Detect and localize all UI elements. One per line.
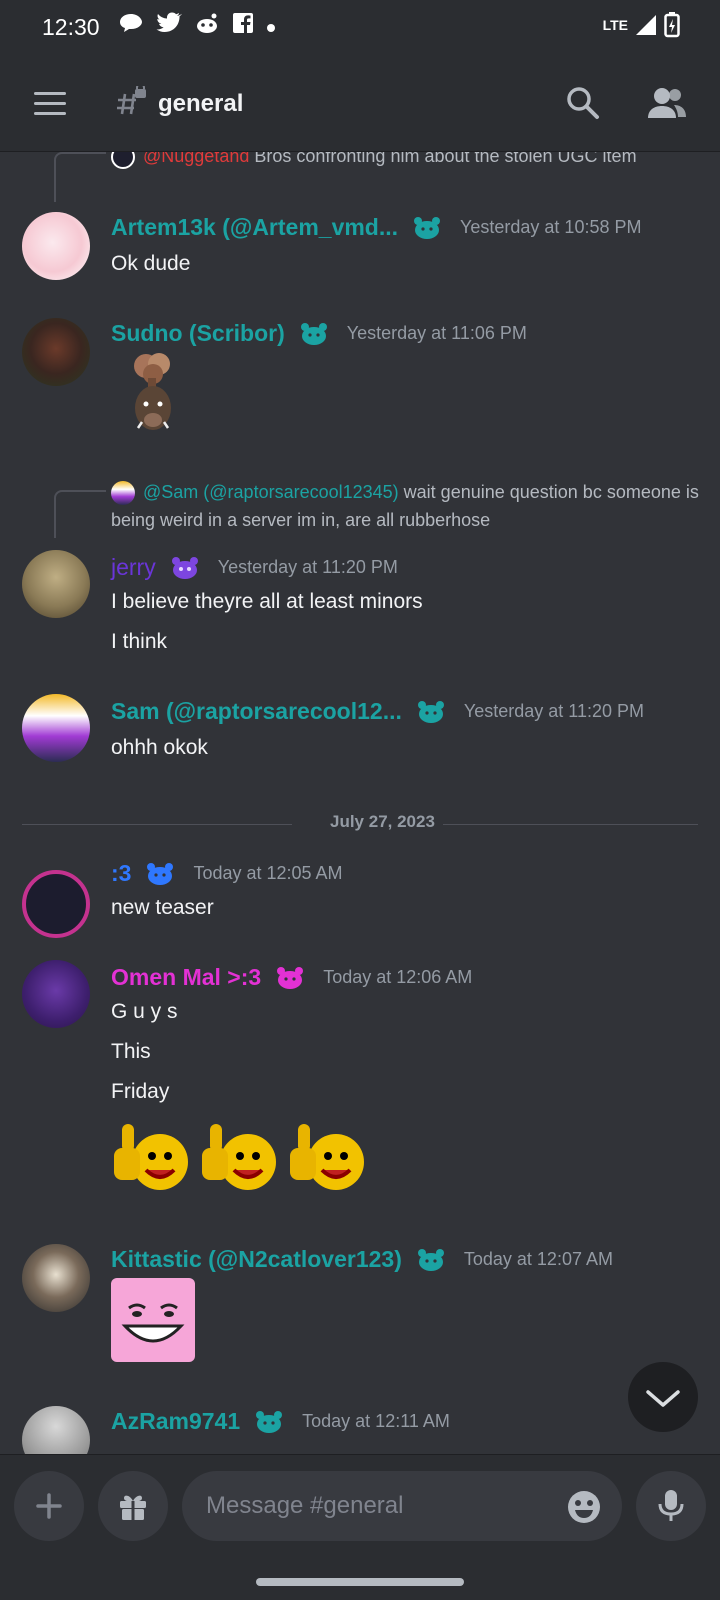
emoji-button[interactable] [566, 1489, 602, 1530]
bear-badge-icon [417, 700, 444, 723]
timestamp: Yesterday at 11:20 PM [217, 557, 398, 577]
timestamp: Yesterday at 11:20 PM [463, 701, 644, 721]
thumbs-up-emoji-icon[interactable] [286, 1118, 370, 1198]
avatar[interactable] [22, 870, 90, 938]
avatar[interactable] [22, 1244, 90, 1312]
grinning-face-image[interactable] [111, 1278, 195, 1362]
thumbs-up-emoji-icon[interactable] [198, 1118, 282, 1198]
timestamp: Yesterday at 10:58 PM [460, 217, 642, 237]
reply-avatar [111, 152, 135, 170]
message-text: new teaser [111, 896, 214, 919]
bear-badge-icon [171, 556, 198, 579]
avatar[interactable] [22, 694, 90, 762]
thumbs-up-emoji-row [110, 1118, 370, 1198]
message-text: Ok dude [111, 252, 191, 275]
message-header: Sam (@raptorsarecool12... Yesterday at 1… [111, 698, 644, 725]
gift-button[interactable] [98, 1471, 168, 1541]
reply-text: Bros confronting him about the stolen UG… [254, 152, 637, 166]
message-header: Omen Mal >:3 Today at 12:06 AM [111, 964, 472, 991]
reply-connector [54, 490, 106, 538]
system-status: LTE [603, 12, 680, 38]
message-header: Sudno (Scribor) Yesterday at 11:06 PM [111, 320, 527, 347]
message-text: I believe theyre all at least minors [111, 590, 423, 613]
username[interactable]: Sam (@raptorsarecool12... [111, 698, 402, 725]
message-text: G u y s [111, 1000, 178, 1023]
chevron-down-icon [646, 1390, 680, 1407]
date-divider: July 27, 2023 [22, 812, 698, 832]
message-text: Friday [111, 1080, 170, 1103]
message-list[interactable]: @Nuggetand Bros confronting him about th… [0, 152, 720, 1454]
locked-channel-icon [114, 83, 148, 128]
boar-explosion-sticker[interactable] [124, 352, 182, 434]
menu-icon[interactable] [34, 92, 66, 116]
voice-message-button[interactable] [636, 1471, 706, 1541]
username[interactable]: jerry [111, 554, 156, 581]
reply-mention: @Sam (@raptorsarecool12345) [143, 482, 399, 502]
message-text: This [111, 1040, 151, 1063]
reply-preview[interactable]: @Nuggetand Bros confronting him about th… [111, 152, 701, 170]
members-icon[interactable] [648, 86, 688, 125]
timestamp: Today at 12:06 AM [323, 967, 473, 987]
status-time: 12:30 [42, 14, 100, 40]
add-attachment-button[interactable] [14, 1471, 84, 1541]
avatar[interactable] [22, 550, 90, 618]
reply-connector [54, 152, 106, 202]
status-bar: 12:30 LTE [0, 0, 720, 56]
notification-icons [118, 12, 276, 42]
more-notifications-dot-icon [266, 13, 276, 41]
signal-icon [636, 15, 656, 35]
date-divider-text: July 27, 2023 [322, 812, 443, 832]
message-text: ohhh okok [111, 736, 208, 759]
bear-badge-icon [414, 216, 441, 239]
username[interactable]: Omen Mal >:3 [111, 964, 261, 991]
username[interactable]: Artem13k (@Artem_vmd... [111, 214, 398, 241]
twitter-icon [156, 12, 182, 42]
home-indicator[interactable] [256, 1578, 464, 1586]
message-header: Kittastic (@N2catlover123) Today at 12:0… [111, 1246, 613, 1273]
network-type: LTE [602, 17, 628, 33]
channel-name[interactable]: general [158, 90, 243, 118]
bear-badge-icon [256, 1410, 283, 1433]
thumbs-up-emoji-icon[interactable] [110, 1118, 194, 1198]
message-header: AzRam9741 Today at 12:11 AM [111, 1408, 450, 1435]
message-input[interactable] [206, 1487, 546, 1525]
reply-mention: @Nuggetand [143, 152, 250, 166]
bear-badge-icon [417, 1248, 444, 1271]
reply-avatar [111, 481, 135, 506]
message-header: :3 Today at 12:05 AM [111, 860, 343, 887]
bear-badge-icon [300, 322, 327, 345]
username[interactable]: Kittastic (@N2catlover123) [111, 1246, 402, 1273]
battery-icon [664, 12, 680, 38]
chat-notification-icon [118, 12, 144, 42]
avatar[interactable] [22, 212, 90, 280]
jump-to-present-button[interactable] [628, 1362, 698, 1432]
username[interactable]: AzRam9741 [111, 1408, 240, 1435]
message-text: I think [111, 630, 168, 653]
message-input-container [182, 1471, 622, 1541]
channel-header: general [0, 56, 720, 152]
reply-preview[interactable]: @Sam (@raptorsarecool12345) wait genuine… [111, 478, 701, 534]
timestamp: Today at 12:11 AM [302, 1411, 450, 1431]
message-header: Artem13k (@Artem_vmd... Yesterday at 10:… [111, 214, 641, 241]
microphone-icon [658, 1490, 684, 1521]
username[interactable]: Sudno (Scribor) [111, 320, 285, 347]
timestamp: Today at 12:07 AM [463, 1249, 613, 1269]
timestamp: Today at 12:05 AM [193, 863, 343, 883]
timestamp: Yesterday at 11:06 PM [346, 323, 527, 343]
username[interactable]: :3 [111, 860, 131, 887]
bear-badge-icon [147, 862, 174, 885]
reddit-icon [194, 12, 220, 42]
gift-icon [120, 1495, 146, 1520]
bear-badge-icon [277, 966, 304, 989]
message-header: jerry Yesterday at 11:20 PM [111, 554, 398, 581]
message-composer [0, 1454, 720, 1600]
search-icon[interactable] [566, 86, 600, 125]
plus-icon [36, 1493, 62, 1519]
facebook-icon [232, 12, 254, 42]
avatar[interactable] [22, 960, 90, 1028]
avatar[interactable] [22, 318, 90, 386]
avatar[interactable] [22, 1406, 90, 1454]
smile-icon [568, 1491, 600, 1523]
